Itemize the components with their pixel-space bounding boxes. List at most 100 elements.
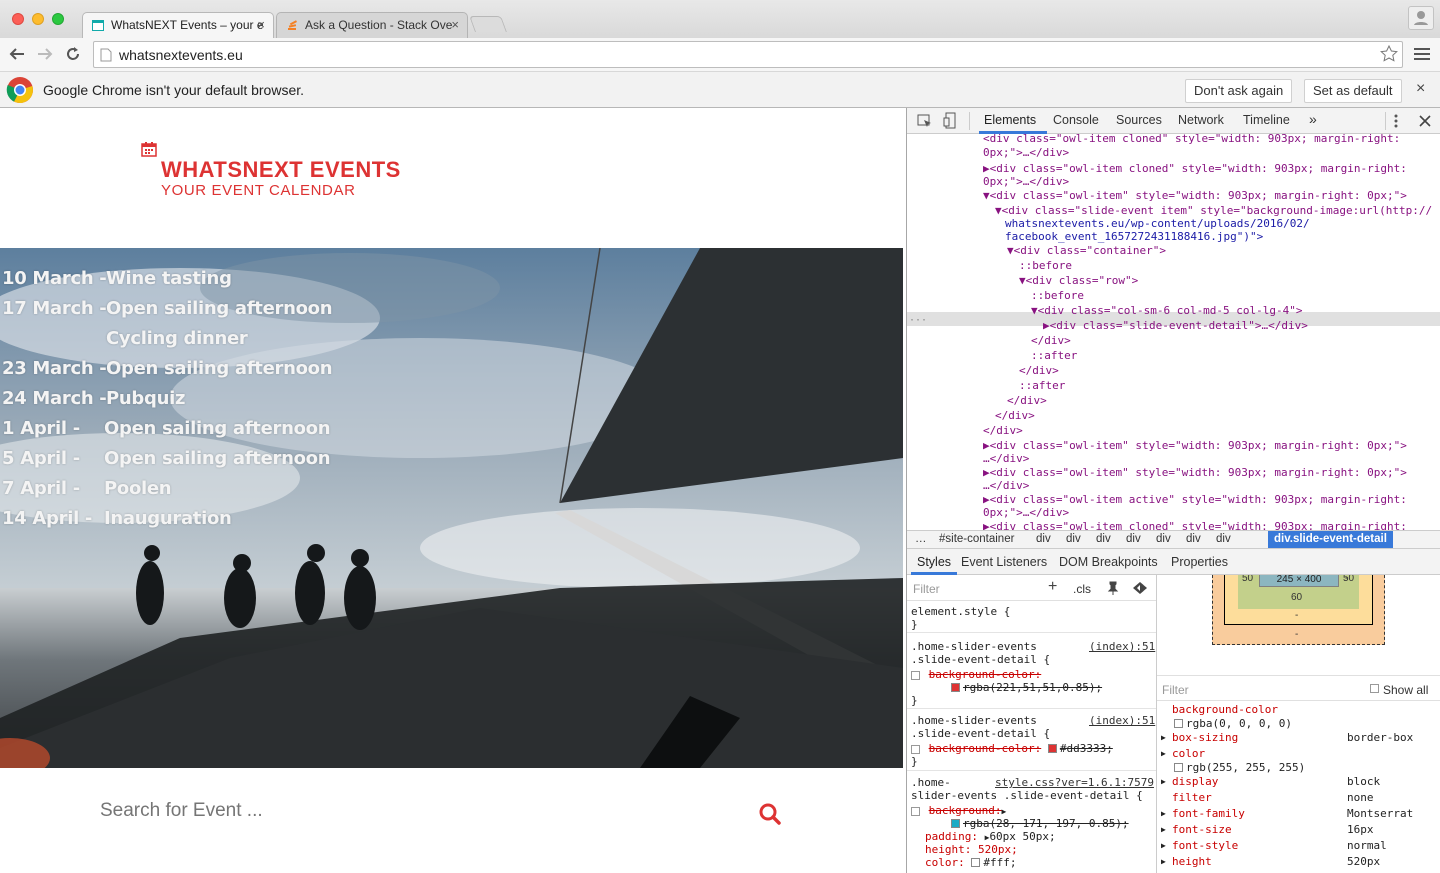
dom-node-line[interactable]: ▶<div class="owl-item cloned" style="wid… bbox=[983, 162, 1407, 175]
rule-source-link[interactable]: style.css?ver=1.6.1:7579 bbox=[995, 776, 1154, 789]
declaration-value[interactable]: rgba(221,51,51,0.85); bbox=[951, 681, 1102, 694]
tab-properties[interactable]: Properties bbox=[1171, 555, 1228, 569]
dom-node-line[interactable]: ▼<div class="col-sm-6 col-md-5 col-lg-4"… bbox=[1031, 304, 1303, 317]
declaration-row[interactable]: background-color: bbox=[911, 668, 1041, 681]
tab-whatsnext[interactable]: WhatsNEXT Events – your e × bbox=[82, 12, 274, 38]
tab-event-listeners[interactable]: Event Listeners bbox=[961, 555, 1047, 569]
dom-node-line[interactable]: ▶<div class="owl-item" style="width: 903… bbox=[983, 466, 1407, 479]
close-devtools-icon[interactable] bbox=[1419, 115, 1431, 127]
dom-node-line[interactable]: …</div> bbox=[983, 479, 1029, 492]
declaration-row[interactable]: padding: ▶60px 50px; bbox=[925, 830, 1056, 844]
cls-toggle[interactable]: .cls bbox=[1073, 582, 1091, 596]
dont-ask-again-button[interactable]: Don't ask again bbox=[1185, 79, 1293, 103]
expand-arrow-icon[interactable]: ▶ bbox=[1161, 775, 1166, 788]
declaration-row[interactable]: height: 520px; bbox=[925, 843, 1018, 856]
device-mode-icon[interactable] bbox=[943, 112, 957, 129]
expand-arrow-icon[interactable]: ▶ bbox=[1161, 823, 1166, 836]
dom-node-line[interactable]: 0px;">…</div> bbox=[983, 146, 1069, 159]
minimize-window-button[interactable] bbox=[32, 13, 44, 25]
breadcrumb-item-active[interactable]: div.slide-event-detail bbox=[1268, 531, 1393, 548]
event-row[interactable]: 23 March - Open sailing afternoon bbox=[2, 358, 333, 379]
more-tabs-chevron-icon[interactable]: » bbox=[1309, 111, 1317, 127]
dom-node-line[interactable]: whatsnextevents.eu/wp-content/uploads/20… bbox=[1005, 217, 1310, 230]
dom-node-line[interactable]: 0px;">…</div> bbox=[983, 506, 1069, 519]
declaration-row[interactable]: background:▶ bbox=[911, 804, 1006, 818]
expand-arrow-icon[interactable]: ▶ bbox=[1161, 807, 1166, 820]
breadcrumb-item[interactable]: div bbox=[1096, 531, 1111, 548]
color-format-icon[interactable] bbox=[1132, 581, 1148, 595]
dom-node-line[interactable]: </div> bbox=[1031, 334, 1071, 347]
elements-dom-tree[interactable]: ··· <div class="owl-item cloned" style="… bbox=[907, 134, 1440, 530]
rule-source-link[interactable]: (index):51 bbox=[1089, 640, 1155, 653]
styles-filter-input[interactable]: Filter bbox=[913, 582, 940, 596]
bookmark-star-icon[interactable] bbox=[1380, 45, 1398, 63]
site-logo-title[interactable]: WHATSNEXT EVENTS bbox=[161, 157, 401, 183]
dom-node-line[interactable]: ::before bbox=[1019, 259, 1072, 272]
event-row[interactable]: 5 April - Open sailing afternoon bbox=[2, 448, 331, 469]
set-as-default-button[interactable]: Set as default bbox=[1304, 79, 1402, 103]
tab-close-icon[interactable]: × bbox=[451, 13, 459, 37]
infobar-close-icon[interactable]: × bbox=[1416, 80, 1425, 98]
tab-timeline[interactable]: Timeline bbox=[1243, 113, 1290, 127]
dom-node-line[interactable]: …</div> bbox=[983, 452, 1029, 465]
declaration-value[interactable]: rgba(28, 171, 197, 0.85); bbox=[951, 817, 1129, 830]
declaration-row[interactable]: background-color: #dd3333; bbox=[911, 742, 1113, 755]
event-slider[interactable]: 10 March - Wine tasting 17 March - Open sa… bbox=[0, 248, 903, 768]
tab-sources[interactable]: Sources bbox=[1116, 113, 1162, 127]
kebab-menu-icon[interactable] bbox=[1394, 114, 1398, 128]
expand-arrow-icon[interactable]: ▶ bbox=[1161, 747, 1166, 760]
show-all-checkbox[interactable] bbox=[1370, 684, 1379, 693]
inspect-element-icon[interactable] bbox=[917, 114, 933, 128]
dom-node-line[interactable]: </div> bbox=[1007, 394, 1047, 407]
event-row[interactable]: Cycling dinner bbox=[2, 328, 302, 352]
new-tab-button[interactable] bbox=[469, 16, 507, 32]
computed-filter-input[interactable]: Filter bbox=[1162, 683, 1189, 697]
dom-node-line[interactable]: ::after bbox=[1031, 349, 1077, 362]
forward-arrow-icon[interactable] bbox=[36, 46, 54, 62]
dom-node-line[interactable]: ::after bbox=[1019, 379, 1065, 392]
expand-arrow-icon[interactable]: ▶ bbox=[1161, 731, 1166, 744]
dom-node-line[interactable]: </div> bbox=[1019, 364, 1059, 377]
event-row[interactable]: 14 April - Inauguration bbox=[2, 508, 232, 529]
tab-close-icon[interactable]: × bbox=[257, 13, 265, 37]
dom-node-line[interactable]: ▼<div class="row"> bbox=[1019, 274, 1138, 287]
tab-dom-breakpoints[interactable]: DOM Breakpoints bbox=[1059, 555, 1158, 569]
breadcrumb-item[interactable]: div bbox=[1186, 531, 1201, 548]
breadcrumb-item[interactable]: div bbox=[1036, 531, 1051, 548]
reload-icon[interactable] bbox=[64, 45, 82, 63]
breadcrumb-item[interactable]: div bbox=[1066, 531, 1081, 548]
breadcrumb-item[interactable]: … bbox=[915, 531, 927, 548]
breadcrumb-item[interactable]: div bbox=[1126, 531, 1141, 548]
event-row[interactable]: 7 April - Poolen bbox=[2, 478, 172, 499]
breadcrumb-item[interactable]: div bbox=[1216, 531, 1231, 548]
event-search-input[interactable] bbox=[100, 796, 740, 826]
dom-node-line[interactable]: ▼<div class="owl-item" style="width: 903… bbox=[983, 189, 1407, 202]
event-row[interactable]: 10 March - Wine tasting bbox=[2, 268, 232, 289]
dom-node-line[interactable]: ▶<div class="owl-item" style="width: 903… bbox=[983, 439, 1407, 452]
url-text[interactable]: whatsnextevents.eu bbox=[119, 47, 243, 63]
event-row[interactable]: 17 March - Open sailing afternoon bbox=[2, 298, 333, 319]
pin-icon[interactable] bbox=[1107, 581, 1119, 595]
dom-node-line[interactable]: ▼<div class="container"> bbox=[1007, 244, 1166, 257]
profile-button[interactable] bbox=[1408, 6, 1434, 30]
search-icon[interactable] bbox=[758, 802, 782, 826]
dom-node-line[interactable]: </div> bbox=[983, 424, 1023, 437]
rule-source-link[interactable]: (index):51 bbox=[1089, 714, 1155, 727]
zoom-window-button[interactable] bbox=[52, 13, 64, 25]
dom-node-line[interactable]: <div class="owl-item cloned" style="widt… bbox=[983, 134, 1400, 145]
tab-styles[interactable]: Styles bbox=[917, 555, 951, 569]
dom-node-line[interactable]: </div> bbox=[995, 409, 1035, 422]
add-rule-icon[interactable]: + bbox=[1048, 578, 1057, 596]
dom-node-line[interactable]: ▶<div class="slide-event-detail">…</div> bbox=[1043, 319, 1308, 332]
dom-node-line[interactable]: 0px;">…</div> bbox=[983, 175, 1069, 188]
expand-arrow-icon[interactable]: ▶ bbox=[1161, 839, 1166, 852]
back-arrow-icon[interactable] bbox=[8, 46, 26, 62]
declaration-checkbox[interactable] bbox=[911, 806, 920, 816]
dom-node-line[interactable]: ▶<div class="owl-item active" style="wid… bbox=[983, 493, 1407, 506]
close-window-button[interactable] bbox=[12, 13, 24, 25]
tab-stackoverflow[interactable]: Ask a Question - Stack Ove × bbox=[276, 12, 468, 38]
tab-elements[interactable]: Elements bbox=[984, 113, 1036, 127]
dom-node-line[interactable]: facebook_event_1657272431188416.jpg")"> bbox=[1005, 230, 1263, 243]
dom-node-line[interactable]: ▼<div class="slide-event item" style="ba… bbox=[995, 204, 1432, 217]
event-row[interactable]: 1 April - Open sailing afternoon bbox=[2, 418, 331, 439]
